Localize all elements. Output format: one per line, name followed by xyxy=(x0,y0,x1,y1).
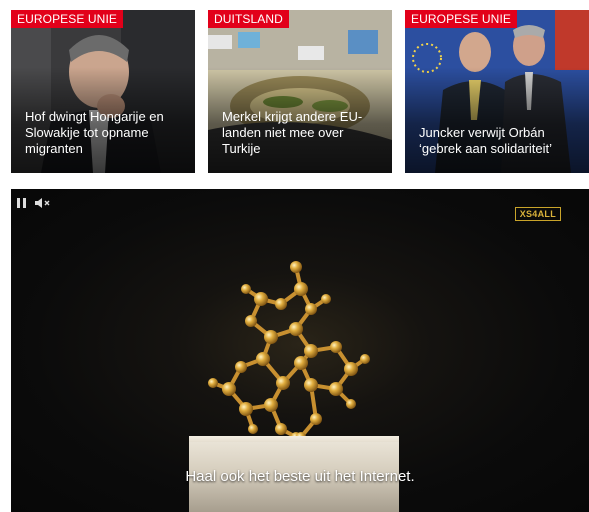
category-tag[interactable]: DUITSLAND xyxy=(208,10,289,28)
article-headline[interactable]: Merkel krijgt andere EU-landen niet mee … xyxy=(222,109,382,157)
advertiser-logo[interactable]: XS4ALL xyxy=(514,207,561,221)
article-headline[interactable]: Hof dwingt Hongarije en Slowakije tot op… xyxy=(25,109,185,157)
article-card-juncker[interactable]: EUROPESE UNIE Juncker verwijt Orbán ‘geb… xyxy=(405,10,589,173)
related-articles: EUROPESE UNIE Hof dwingt Hongarije en Sl… xyxy=(11,10,589,173)
article-card-merkel[interactable]: DUITSLAND Merkel krijgt andere EU-landen… xyxy=(208,10,392,173)
category-tag[interactable]: EUROPESE UNIE xyxy=(11,10,123,28)
volume-muted-icon[interactable] xyxy=(34,197,52,212)
category-tag[interactable]: EUROPESE UNIE xyxy=(405,10,517,28)
article-headline[interactable]: Juncker verwijt Orbán ‘gebrek aan solida… xyxy=(419,125,579,157)
article-card-hof-dwingt[interactable]: EUROPESE UNIE Hof dwingt Hongarije en Sl… xyxy=(11,10,195,173)
molecule-sculpture-image xyxy=(208,261,370,442)
pause-icon[interactable] xyxy=(16,197,28,212)
video-ad-player[interactable]: XS4ALL Haal ook het beste uit het Intern… xyxy=(11,189,589,512)
video-subtitle: Haal ook het beste uit het Internet. xyxy=(185,468,415,485)
